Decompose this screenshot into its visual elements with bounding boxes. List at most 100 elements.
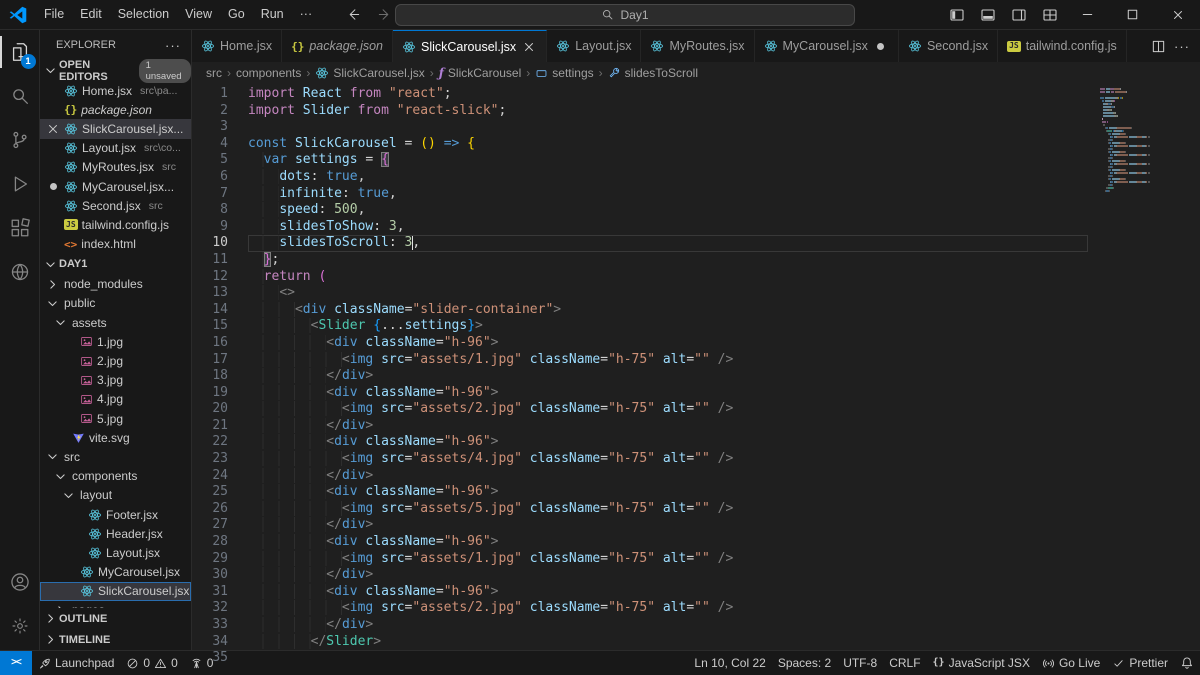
tree-item-3-jpg[interactable]: 3.jpg	[40, 371, 191, 390]
line-number[interactable]: 12	[192, 269, 228, 286]
line-number[interactable]: 5	[192, 152, 228, 169]
code-line[interactable]: <img src="assets/4.jpg" className="h-75"…	[248, 451, 1088, 468]
code-line[interactable]: const SlickCarousel = () => {	[248, 136, 1088, 153]
line-number[interactable]: 6	[192, 169, 228, 186]
tree-item-4-jpg[interactable]: 4.jpg	[40, 390, 191, 409]
outline-section-header[interactable]: OUTLINE	[40, 608, 191, 629]
line-number[interactable]: 21	[192, 418, 228, 435]
line-number[interactable]: 20	[192, 401, 228, 418]
code-line[interactable]: <>	[248, 285, 1088, 302]
line-number[interactable]: 32	[192, 600, 228, 617]
code-line[interactable]: <div className="slider-container">	[248, 301, 1088, 319]
code-line[interactable]: <div className="h-96">	[248, 384, 1088, 402]
line-number[interactable]: 2	[192, 103, 228, 120]
tree-item-src[interactable]: src	[40, 447, 191, 466]
activity-run-and-debug[interactable]	[0, 162, 40, 206]
code-line[interactable]: speed: 500,	[248, 202, 1088, 219]
breadcrumb-item-slidestoscroll[interactable]: slidesToScroll	[608, 66, 698, 80]
tab-home-jsx[interactable]: Home.jsx	[192, 30, 283, 62]
tree-item-assets[interactable]: assets	[40, 313, 191, 332]
close-icon[interactable]	[46, 122, 60, 136]
line-number[interactable]: 33	[192, 617, 228, 634]
code-line[interactable]: </div>	[248, 567, 1088, 584]
menu-more[interactable]: ···	[292, 4, 321, 25]
code-line[interactable]: <div className="h-96">	[248, 484, 1088, 501]
back-arrow-icon[interactable]	[346, 7, 361, 22]
code-line[interactable]: </div>	[248, 368, 1088, 385]
tree-item-footer-jsx[interactable]: Footer.jsx	[40, 505, 191, 524]
open-editors-header[interactable]: OPEN EDITORS 1 unsaved	[40, 58, 191, 83]
status-indentation[interactable]: Spaces: 2	[772, 651, 837, 675]
tab-layout-jsx[interactable]: Layout.jsx	[547, 30, 642, 62]
status-prettier[interactable]: Prettier	[1106, 651, 1174, 675]
tree-item-public[interactable]: public	[40, 294, 191, 313]
tree-item-layout-jsx[interactable]: Layout.jsx	[40, 543, 191, 562]
activity-remote-explorer[interactable]	[0, 250, 40, 294]
open-editor-index-html[interactable]: <> index.html	[40, 235, 191, 254]
breadcrumb-item-settings[interactable]: settings	[535, 66, 594, 80]
modified-dot[interactable]	[46, 183, 60, 191]
tab-second-jsx[interactable]: Second.jsx	[898, 30, 999, 62]
code-line[interactable]: };	[248, 251, 1088, 269]
code-line[interactable]: <img src="assets/5.jpg" className="h-75"…	[248, 500, 1088, 518]
line-number[interactable]: 10	[192, 235, 228, 252]
code-line[interactable]: slidesToScroll: 3,	[248, 235, 1088, 252]
line-number[interactable]: 31	[192, 584, 228, 601]
code-line[interactable]: import Slider from "react-slick";	[248, 103, 1088, 120]
tab-slickcarousel-jsx[interactable]: SlickCarousel.jsx	[393, 30, 548, 62]
status-language-mode[interactable]: {} JavaScript JSX	[927, 651, 1036, 675]
code-line[interactable]: </div>	[248, 417, 1088, 435]
menu-run[interactable]: Run	[253, 4, 292, 25]
status-encoding[interactable]: UTF-8	[837, 651, 883, 675]
status-go-live[interactable]: Go Live	[1036, 651, 1106, 675]
open-editor-tailwind-config-js[interactable]: JS tailwind.config.js	[40, 215, 191, 234]
tree-item-1-jpg[interactable]: 1.jpg	[40, 332, 191, 351]
toggle-primary-sidebar-icon[interactable]	[941, 0, 972, 29]
code-line[interactable]: <div className="h-96">	[248, 334, 1088, 352]
code-line[interactable]: </div>	[248, 517, 1088, 534]
breadcrumb-item-src[interactable]: src	[206, 66, 222, 80]
tree-item-pages[interactable]: pages	[40, 601, 191, 608]
line-number[interactable]: 27	[192, 517, 228, 534]
line-number[interactable]: 14	[192, 302, 228, 319]
open-editor-layout-jsx[interactable]: Layout.jsx src\co...	[40, 139, 191, 158]
tree-item-5-jpg[interactable]: 5.jpg	[40, 409, 191, 428]
breadcrumb-item-components[interactable]: components	[236, 66, 301, 80]
code-line[interactable]: <div className="h-96">	[248, 583, 1088, 601]
command-center[interactable]: Day1	[395, 3, 855, 26]
code-line[interactable]: </div>	[248, 617, 1088, 634]
line-number[interactable]: 29	[192, 551, 228, 568]
tab-myroutes-jsx[interactable]: MyRoutes.jsx	[641, 30, 755, 62]
editor-more-actions-icon[interactable]: ···	[1174, 39, 1190, 54]
open-editor-home-jsx[interactable]: Home.jsx src\pa...	[40, 81, 191, 100]
customize-layout-icon[interactable]	[1034, 0, 1065, 29]
tab-modified-dot[interactable]	[873, 42, 889, 50]
code-line[interactable]: </Slider>	[248, 633, 1088, 650]
line-number[interactable]: 25	[192, 484, 228, 501]
tree-item-header-jsx[interactable]: Header.jsx	[40, 524, 191, 543]
code-line[interactable]: <div className="h-96">	[248, 534, 1088, 551]
activity-search[interactable]	[0, 74, 40, 118]
activity-accounts[interactable]	[0, 560, 40, 604]
tab-package-json[interactable]: {} package.json	[282, 30, 394, 62]
line-number[interactable]: 30	[192, 567, 228, 584]
menu-view[interactable]: View	[177, 4, 220, 25]
line-number[interactable]: 28	[192, 534, 228, 551]
forward-arrow-icon[interactable]	[377, 7, 392, 22]
line-number[interactable]: 1	[192, 86, 228, 103]
activity-extensions[interactable]	[0, 206, 40, 250]
open-editor-slickcarousel-jsx[interactable]: SlickCarousel.jsx...	[40, 119, 191, 139]
timeline-section-header[interactable]: TIMELINE	[40, 629, 191, 650]
line-number[interactable]: 17	[192, 352, 228, 369]
line-number[interactable]: 19	[192, 385, 228, 402]
activity-explorer[interactable]: 1	[0, 30, 40, 74]
status-eol[interactable]: CRLF	[883, 651, 926, 675]
code-line[interactable]: import React from "react";	[248, 86, 1088, 103]
menu-selection[interactable]: Selection	[110, 4, 177, 25]
menu-file[interactable]: File	[36, 4, 72, 25]
code-line[interactable]: dots: true,	[248, 168, 1088, 186]
tree-item-components[interactable]: components	[40, 467, 191, 486]
code-line[interactable]: <div className="h-96">	[248, 434, 1088, 451]
minimap[interactable]	[1088, 84, 1200, 650]
line-number[interactable]: 24	[192, 468, 228, 485]
